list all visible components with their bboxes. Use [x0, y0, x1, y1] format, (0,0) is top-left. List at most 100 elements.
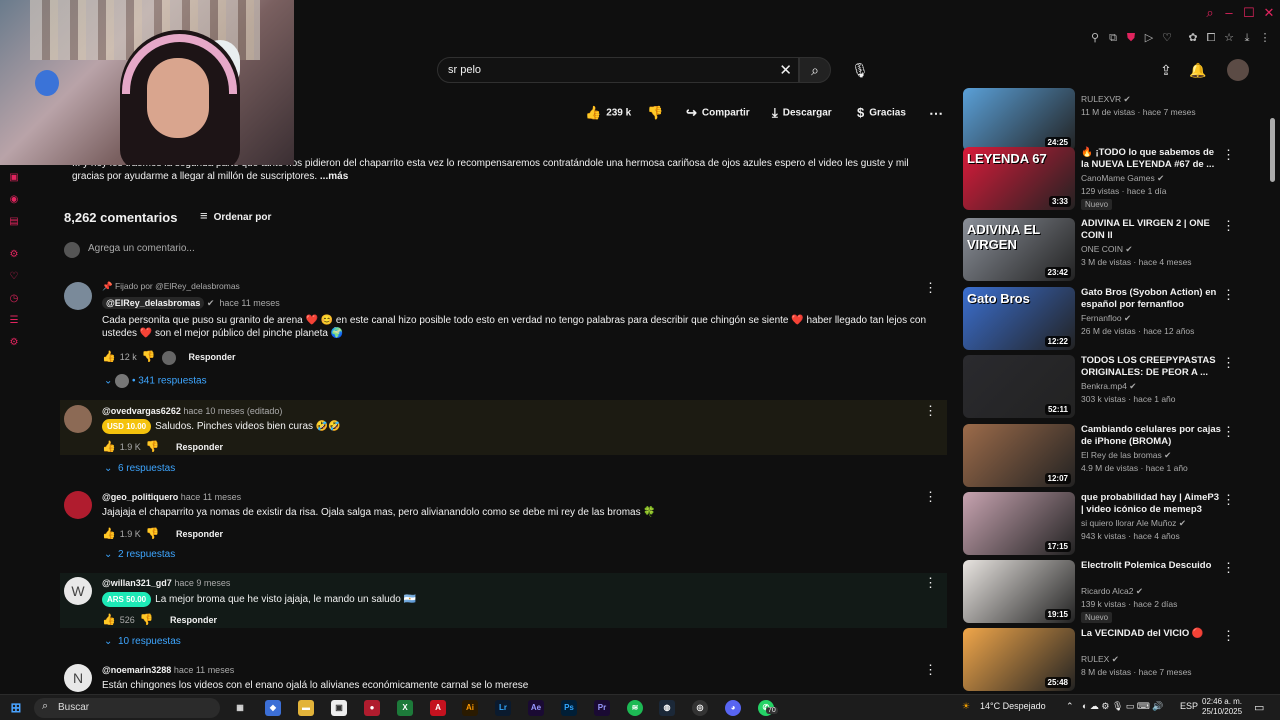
browser-icon[interactable]: ● — [364, 700, 380, 716]
clock-date[interactable]: 25/10/2025 — [1202, 707, 1242, 716]
view-replies-button[interactable]: ⌄ 6 respuestas — [104, 463, 175, 474]
thanks-button[interactable]: $ Gracias — [857, 103, 906, 123]
subscriptions-icon[interactable]: ▤ — [8, 216, 20, 228]
reply-button[interactable]: Responder — [170, 615, 217, 625]
view-replies-button[interactable]: ⌄ 10 respuestas — [104, 636, 181, 647]
video-title[interactable]: TODOS LOS CREEPYPASTAS ORIGINALES: DE PE… — [1081, 355, 1221, 379]
video-thumbnail[interactable]: 52:11 — [963, 355, 1075, 418]
more-options-icon[interactable]: ⋮ — [1222, 492, 1235, 508]
thumbs-up-icon[interactable]: 👍 — [102, 614, 116, 626]
windows-start-icon[interactable]: ⊞ — [8, 700, 24, 716]
comment-time[interactable]: hace 11 meses — [219, 298, 279, 308]
show-more-link[interactable]: ...más — [317, 171, 348, 182]
pin-icon[interactable]: ⚲ — [1088, 31, 1102, 45]
avatar[interactable] — [64, 405, 92, 433]
avatar[interactable]: N — [64, 664, 92, 692]
channel-name[interactable]: RULEXVR ✔ — [1081, 94, 1131, 105]
comment-time[interactable]: hace 10 meses (editado) — [183, 406, 282, 416]
channel-name[interactable]: si quiero llorar Ale Muñoz ✔ — [1081, 518, 1186, 529]
more-options-icon[interactable]: ⋮ — [1222, 560, 1235, 576]
bookmark-icon[interactable]: ☆ — [1222, 31, 1236, 45]
more-options-icon[interactable]: ⋮ — [1222, 628, 1235, 644]
reply-button[interactable]: Responder — [176, 442, 223, 452]
play-icon[interactable]: ▷ — [1142, 31, 1156, 45]
premiere-icon[interactable]: Pr — [594, 700, 610, 716]
dislike-button[interactable]: 👎 — [647, 103, 668, 123]
comment-author[interactable]: @noemarin3288 — [102, 665, 171, 675]
gear-icon[interactable]: ⚙ — [8, 337, 20, 349]
avatar[interactable] — [64, 491, 92, 519]
like-button[interactable]: 👍 239 k — [585, 103, 631, 123]
channel-name[interactable]: RULEX ✔ — [1081, 654, 1119, 665]
video-title[interactable]: Cambiando celulares por cajas de iPhone … — [1081, 424, 1221, 448]
reply-button[interactable]: Responder — [188, 352, 235, 362]
more-options-icon[interactable]: ⋮ — [924, 662, 937, 678]
video-thumbnail[interactable]: LEYENDA 67 3:33 — [963, 147, 1075, 210]
channel-name[interactable]: Fernanfloo ✔ — [1081, 313, 1131, 324]
photoshop-icon[interactable]: Ps — [561, 700, 577, 716]
video-title[interactable]: La VECINDAD del VICIO 🔴 — [1081, 628, 1221, 640]
account-avatar[interactable] — [1227, 59, 1249, 81]
screenshot-icon[interactable]: ⧉ — [1106, 31, 1120, 45]
related-video[interactable]: 17:15 que probabilidad hay | AimeP3 | vid… — [963, 492, 1243, 556]
sort-button[interactable]: ≡ Ordenar por — [200, 208, 271, 223]
history-icon[interactable]: ◷ — [8, 293, 20, 305]
related-video[interactable]: 24:25 RULEXVR ✔ 11 M de vistas · hace 7 me… — [963, 88, 1243, 152]
notifications-icon[interactable]: ▭ — [1254, 701, 1264, 714]
more-options-icon[interactable]: ⋮ — [924, 575, 937, 591]
discord-icon[interactable]: ◕ — [725, 700, 741, 716]
avatar[interactable]: W — [64, 577, 92, 605]
more-options-icon[interactable]: ⋮ — [1222, 355, 1235, 371]
comment-time[interactable]: hace 11 meses — [181, 492, 241, 502]
maximize-icon[interactable]: ☐ — [1242, 6, 1256, 20]
upload-icon[interactable]: ⇪ — [1156, 60, 1176, 80]
illustrator-icon[interactable]: Ai — [462, 700, 478, 716]
thumbs-down-icon[interactable]: 👎 — [146, 441, 160, 453]
more-options-icon[interactable]: ⋮ — [1222, 218, 1235, 234]
related-video[interactable]: 52:11 TODOS LOS CREEPYPASTAS ORIGINALES: … — [963, 355, 1243, 419]
thumbs-up-icon[interactable]: 👍 — [102, 351, 116, 363]
related-video[interactable]: 25:48 La VECINDAD del VICIO 🔴 RULEX ✔ 8 M d… — [963, 628, 1243, 692]
thumbs-down-icon[interactable]: 👎 — [142, 351, 156, 363]
related-video[interactable]: 19:15 Electrolit Polemica Descuido Ricardo… — [963, 560, 1243, 624]
channel-name[interactable]: Ricardo Alca2 ✔ — [1081, 586, 1143, 597]
clock-time[interactable]: 02:46 a. m. — [1202, 697, 1242, 706]
video-thumbnail[interactable]: 12:07 — [963, 424, 1075, 487]
view-replies-button[interactable]: ⌄ • 341 respuestas — [104, 374, 207, 388]
channel-name[interactable]: El Rey de las bromas ✔ — [1081, 450, 1171, 461]
video-thumbnail[interactable]: 19:15 — [963, 560, 1075, 623]
related-video[interactable]: ADIVINA EL VIRGEN 23:42 ADIVINA EL VIRGEN … — [963, 218, 1243, 282]
view-replies-button[interactable]: ⌄ 2 respuestas — [104, 549, 175, 560]
video-thumbnail[interactable]: 25:48 — [963, 628, 1075, 691]
scrollbar[interactable] — [1270, 118, 1275, 182]
video-thumbnail[interactable]: 24:25 — [963, 88, 1075, 151]
more-options-icon[interactable]: ⋮ — [924, 489, 937, 505]
search-button[interactable]: ⌕ — [799, 57, 831, 83]
more-options-icon[interactable]: ⋮ — [924, 403, 937, 419]
playlist-icon[interactable]: ☰ — [8, 315, 20, 327]
heart-icon[interactable]: ♡ — [1160, 31, 1174, 45]
comment-author[interactable]: @ovedvargas6262 — [102, 406, 181, 416]
acrobat-icon[interactable]: A — [430, 700, 446, 716]
video-title[interactable]: Gato Bros (Syobon Action) en español por… — [1081, 287, 1221, 311]
steam-icon[interactable]: ◍ — [659, 700, 675, 716]
copilot-icon[interactable]: ◆ — [265, 700, 281, 716]
microphone-icon[interactable]: 🎙 — [848, 58, 872, 82]
more-options-icon[interactable]: ⋮ — [1222, 424, 1235, 440]
download-button[interactable]: ⤓ Descargar — [772, 103, 832, 123]
video-thumbnail[interactable]: ADIVINA EL VIRGEN 23:42 — [963, 218, 1075, 281]
more-options-icon[interactable]: ⋮ — [1222, 287, 1235, 303]
home-icon[interactable]: ▣ — [8, 172, 20, 184]
video-title[interactable]: ADIVINA EL VIRGEN 2 | ONE COIN ll — [1081, 218, 1221, 242]
minimize-icon[interactable]: – — [1222, 6, 1236, 20]
heart-icon[interactable]: ♡ — [8, 271, 20, 283]
thumbs-down-icon[interactable]: 👎 — [140, 614, 154, 626]
extension-icon[interactable]: ✿ — [1186, 31, 1200, 45]
download-icon[interactable]: ⤓ — [1240, 31, 1254, 45]
channel-name[interactable]: Benkra.mp4 ✔ — [1081, 381, 1136, 392]
excel-icon[interactable]: X — [397, 700, 413, 716]
weather-text[interactable]: 14°C Despejado — [980, 701, 1046, 711]
related-video[interactable]: LEYENDA 67 3:33 🔥 ¡TODO lo que sabemos de … — [963, 147, 1243, 211]
comment-author[interactable]: @geo_politiquero — [102, 492, 178, 502]
bell-icon[interactable]: 🔔 — [1188, 60, 1208, 80]
